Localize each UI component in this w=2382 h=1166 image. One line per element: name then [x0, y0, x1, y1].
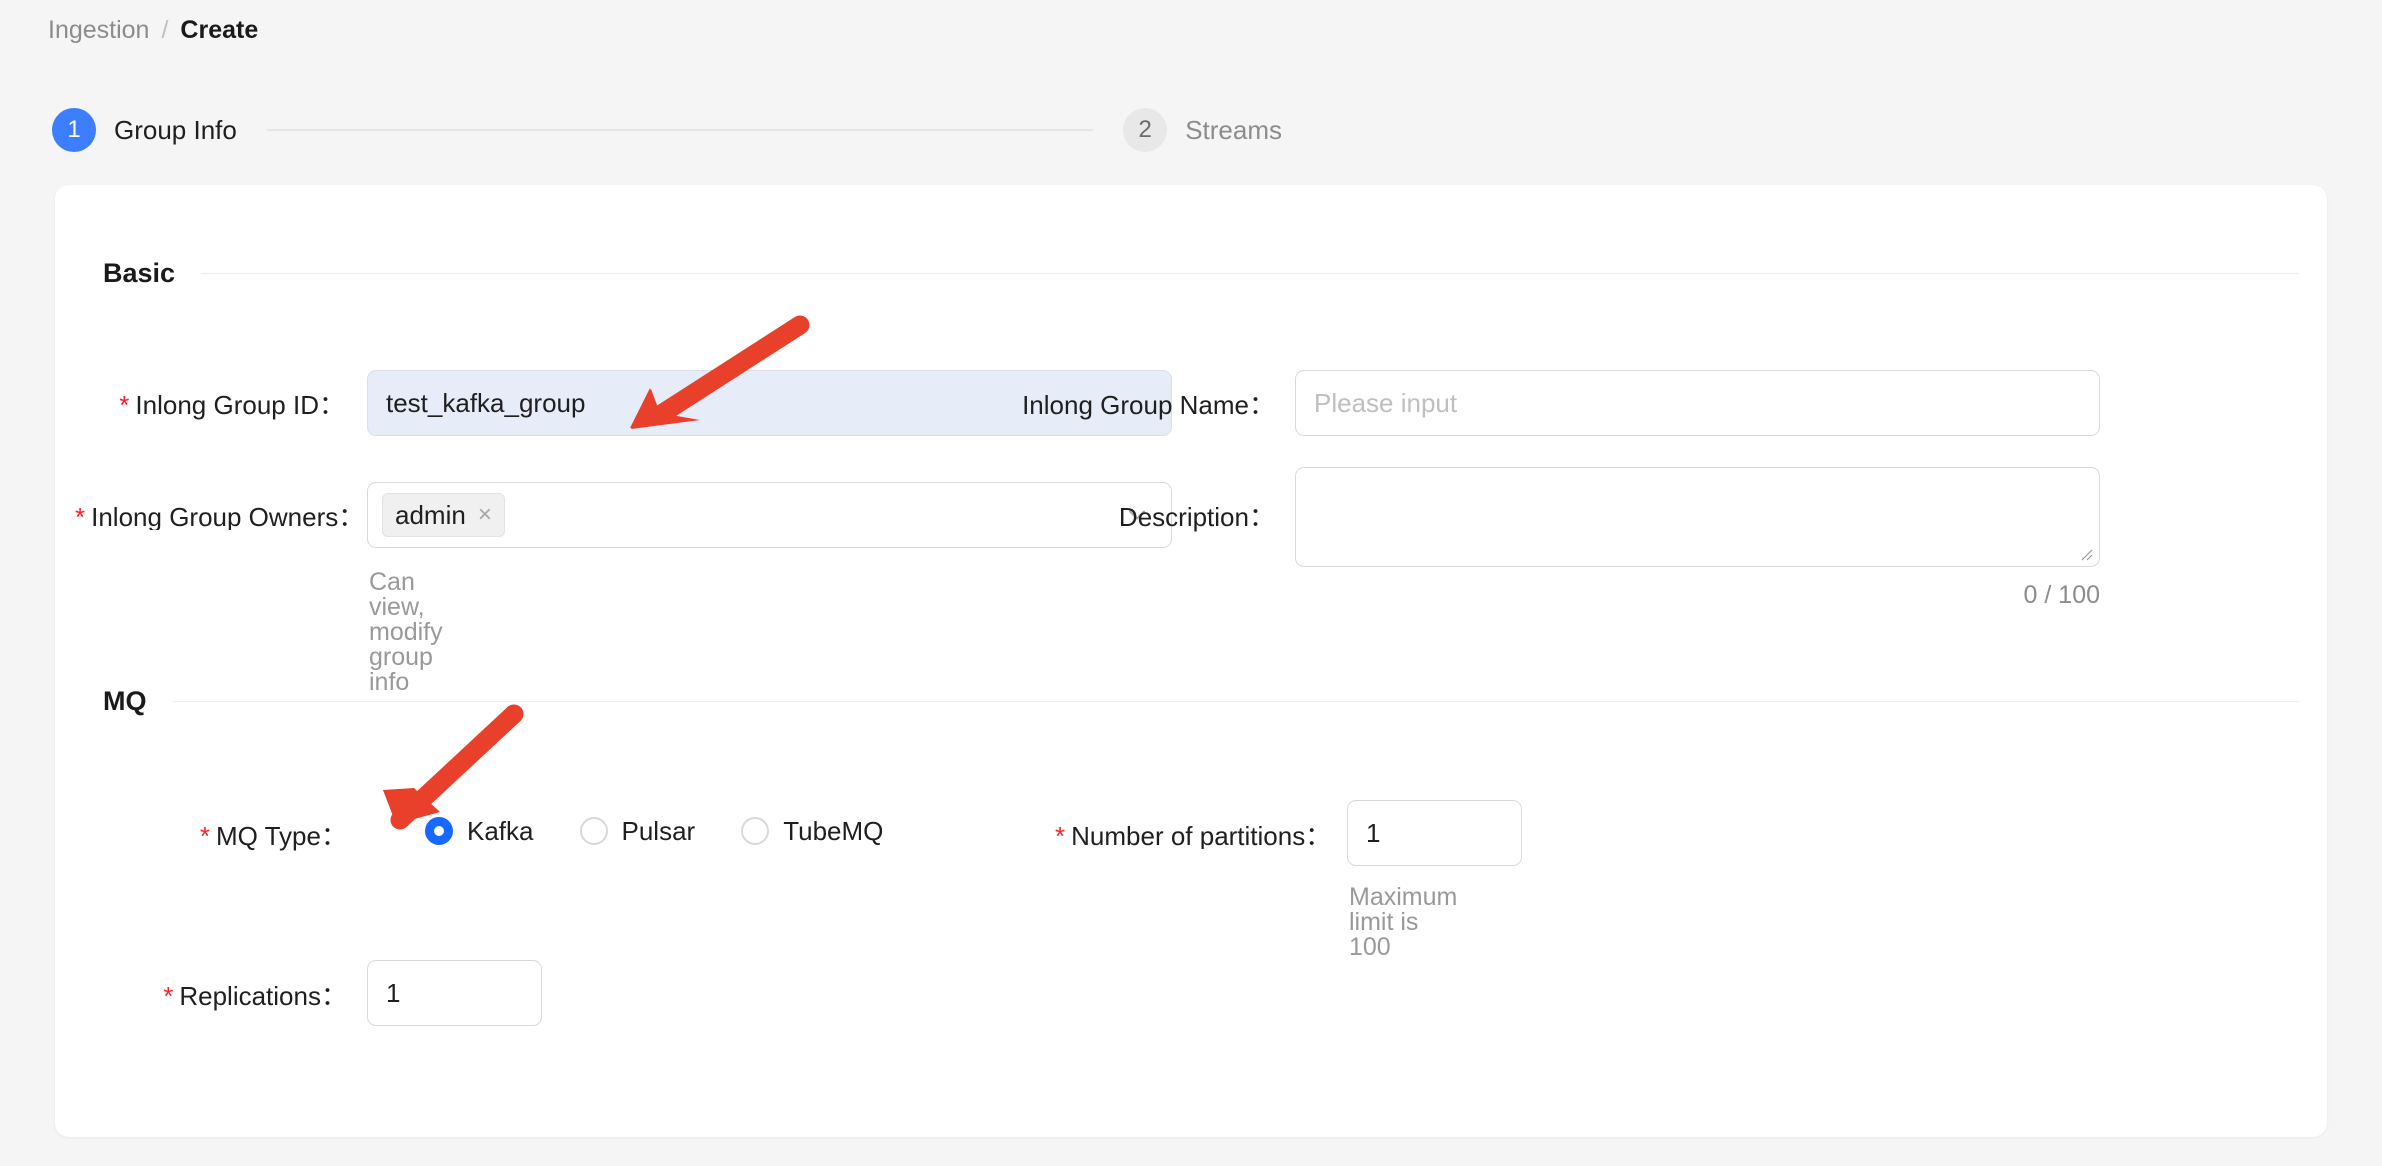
- helper-inlong-group-owners: Can view, modify group info: [369, 570, 443, 695]
- step-1-number: 1: [52, 108, 96, 152]
- radio-tubemq-icon[interactable]: [741, 817, 769, 845]
- input-number-of-partitions-value: 1: [1366, 818, 1380, 849]
- breadcrumb-current: Create: [180, 18, 258, 43]
- required-asterisk: *: [163, 981, 173, 1011]
- required-asterisk: *: [1055, 823, 1065, 849]
- radio-tubemq-label: TubeMQ: [783, 818, 883, 844]
- owner-tag-label: admin: [395, 500, 466, 531]
- input-replications-value: 1: [386, 978, 400, 1009]
- helper-number-of-partitions: Maximum limit is 100: [1349, 885, 1457, 960]
- radio-group-mq-type: Kafka Pulsar TubeMQ: [425, 817, 883, 845]
- label-colon: ：: [319, 390, 345, 420]
- owner-tag-admin[interactable]: admin ×: [382, 493, 505, 537]
- breadcrumb-parent-link[interactable]: Ingestion: [48, 18, 149, 43]
- label-text: MQ Type: [216, 821, 321, 851]
- label-text: Inlong Group ID: [135, 390, 319, 420]
- label-text: Replications: [179, 981, 321, 1011]
- breadcrumb-separator: /: [161, 18, 168, 43]
- input-inlong-group-id-value: test_kafka_group: [386, 388, 585, 419]
- label-colon: ：: [321, 821, 347, 851]
- label-text: Inlong Group Name: [1022, 390, 1249, 420]
- close-icon[interactable]: ×: [478, 503, 492, 527]
- char-counter-description: 0 / 100: [1700, 583, 2100, 608]
- label-colon: ：: [1249, 502, 1275, 532]
- label-number-of-partitions: *Number of partitions：: [1055, 823, 1327, 849]
- input-replications[interactable]: 1: [367, 960, 542, 1026]
- radio-kafka-icon[interactable]: [425, 817, 453, 845]
- radio-option-pulsar[interactable]: Pulsar: [580, 817, 696, 845]
- textarea-description[interactable]: [1295, 467, 2100, 567]
- required-asterisk: *: [200, 821, 210, 851]
- step-group-info[interactable]: 1 Group Info: [52, 108, 237, 152]
- label-colon: ：: [338, 504, 347, 530]
- section-header-mq: MQ: [103, 688, 2299, 715]
- step-1-label: Group Info: [114, 117, 237, 143]
- label-inlong-group-id: *Inlong Group ID：: [75, 392, 345, 418]
- required-asterisk: *: [119, 390, 129, 420]
- label-text: Number of partitions: [1071, 823, 1305, 849]
- label-colon: ：: [1305, 823, 1327, 849]
- label-mq-type: *MQ Type：: [75, 823, 347, 849]
- label-text: Inlong Group Owners: [91, 504, 338, 530]
- radio-pulsar-label: Pulsar: [622, 818, 696, 844]
- label-inlong-group-owners: *Inlong Group Owners：: [75, 504, 347, 530]
- label-inlong-group-name: Inlong Group Name：: [955, 392, 1275, 418]
- radio-option-kafka[interactable]: Kafka: [425, 817, 534, 845]
- input-inlong-group-name-placeholder: Please input: [1314, 388, 1457, 419]
- label-text: Description: [1119, 502, 1249, 532]
- label-description: Description：: [955, 504, 1275, 530]
- label-colon: ：: [321, 981, 347, 1011]
- input-number-of-partitions[interactable]: 1: [1347, 800, 1522, 866]
- form-card: Basic *Inlong Group ID： test_kafka_group…: [55, 185, 2327, 1137]
- radio-option-tubemq[interactable]: TubeMQ: [741, 817, 883, 845]
- step-streams[interactable]: 2 Streams: [1123, 108, 1282, 152]
- label-replications: *Replications：: [75, 983, 347, 1009]
- section-divider-mq: [173, 701, 2300, 702]
- step-2-label: Streams: [1185, 117, 1282, 143]
- input-inlong-group-name[interactable]: Please input: [1295, 370, 2100, 436]
- resize-grip-icon: [2079, 547, 2093, 561]
- required-asterisk: *: [75, 504, 85, 530]
- resize-handle-icon[interactable]: [2079, 547, 2095, 563]
- step-connector-line: [267, 129, 1093, 131]
- step-2-number: 2: [1123, 108, 1167, 152]
- section-title-basic: Basic: [103, 260, 175, 287]
- label-colon: ：: [1249, 390, 1275, 420]
- section-divider-basic: [201, 273, 2299, 274]
- section-title-mq: MQ: [103, 688, 147, 715]
- step-indicator: 1 Group Info 2 Streams: [52, 100, 1282, 160]
- radio-kafka-label: Kafka: [467, 818, 534, 844]
- radio-pulsar-icon[interactable]: [580, 817, 608, 845]
- section-header-basic: Basic: [103, 260, 2299, 287]
- breadcrumb: Ingestion / Create: [48, 18, 258, 43]
